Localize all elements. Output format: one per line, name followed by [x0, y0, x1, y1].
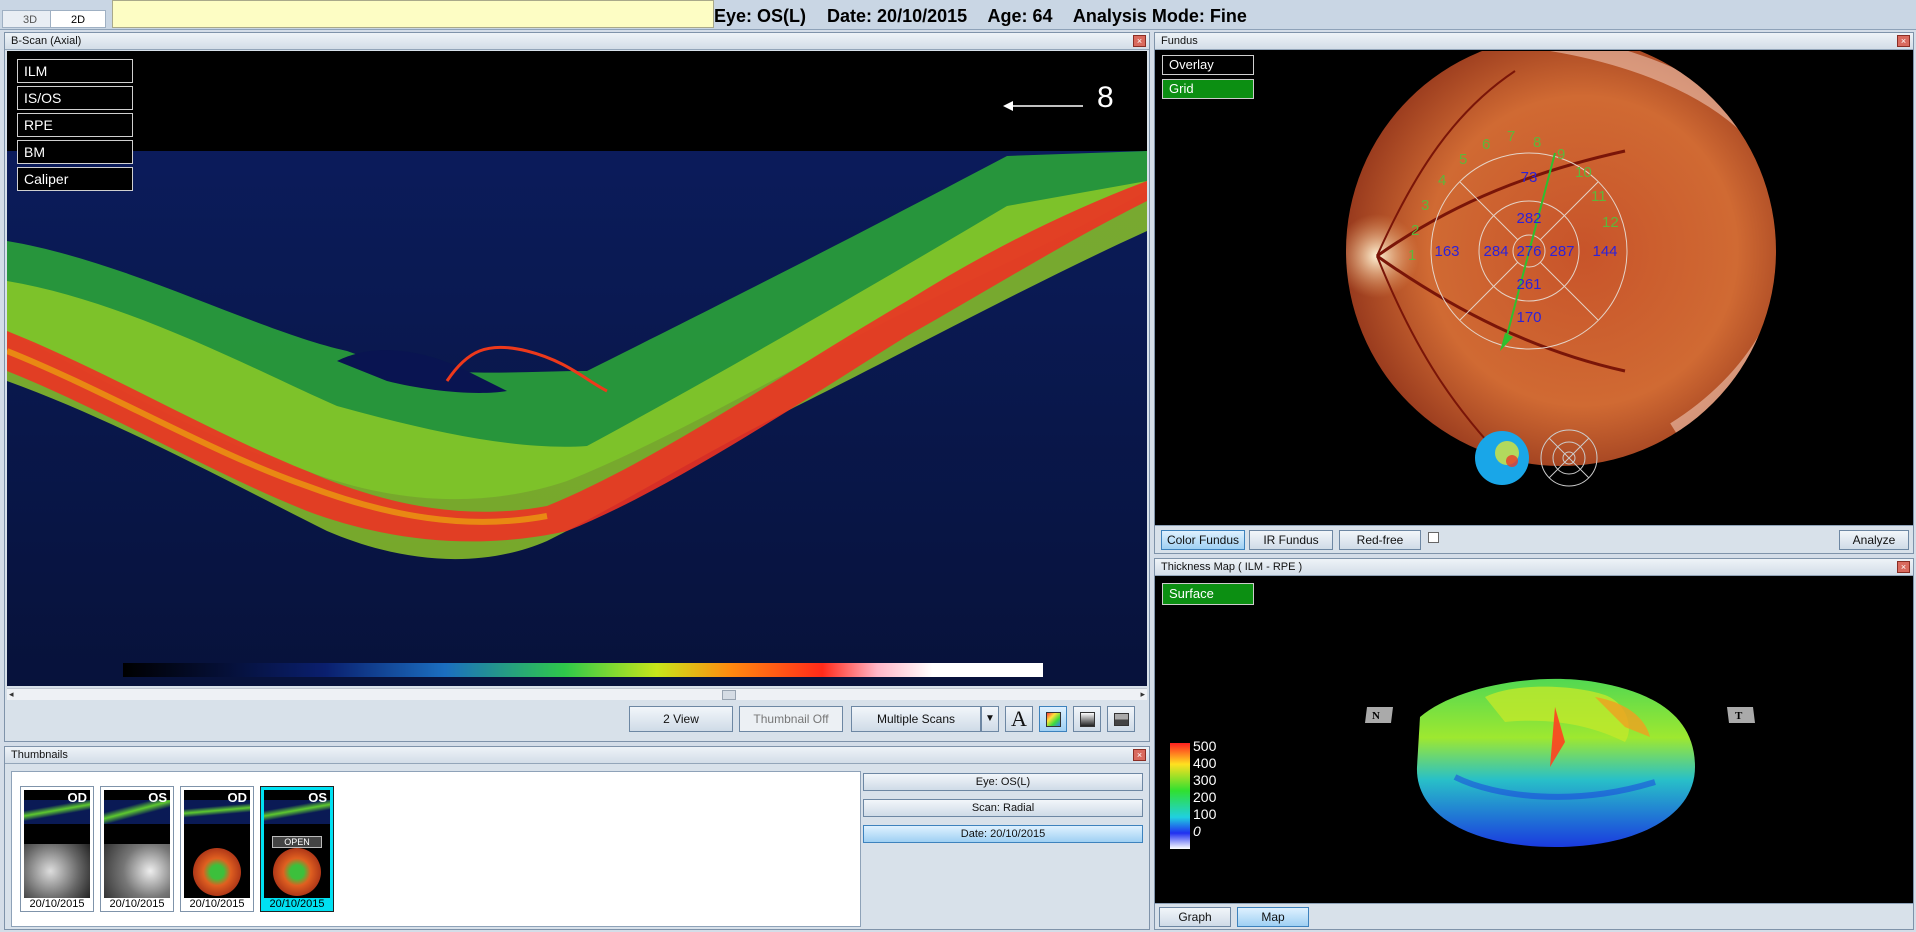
thumbnail-eye-label: OS [308, 790, 327, 805]
chevron-down-icon[interactable]: ▼ [981, 706, 999, 732]
grid-nasal-inner: 284 [1483, 243, 1508, 260]
red-free-checkbox[interactable] [1428, 532, 1439, 543]
annotation-text-icon[interactable]: A [1005, 706, 1033, 732]
scale-label: 100 [1193, 806, 1217, 822]
bscan-image[interactable]: 8 ILM IS/OS RPE BM Caliper [7, 51, 1147, 686]
patient-name-field[interactable] [112, 0, 714, 28]
grayscale-icon[interactable] [1073, 706, 1101, 732]
thumbnails-panel: Thumbnails × OD 20/10/2015 OS 20/10/2015… [4, 746, 1150, 930]
fundus-panel: Fundus × 1 2 3 4 5 6 7 8 9 10 11 12 73 2… [1154, 32, 1914, 554]
fundus-title: Fundus [1155, 33, 1913, 50]
analyze-button[interactable]: Analyze [1839, 530, 1909, 550]
scale-label: 0 [1193, 823, 1201, 839]
scale-label: 200 [1193, 789, 1217, 805]
open-badge: OPEN [272, 836, 322, 848]
layer-rpe-button[interactable]: RPE [17, 113, 133, 137]
grid-superior-outer: 73 [1521, 169, 1538, 186]
thumbnail-strip: OD 20/10/2015 OS 20/10/2015 OD 20/10/201… [11, 771, 861, 927]
clock-number: 5 [1459, 151, 1467, 168]
scan-index: 8 [1097, 81, 1114, 114]
thumbnail-date: 20/10/2015 [269, 898, 325, 910]
thumbnail-item-selected[interactable]: OPEN OS 20/10/2015 [260, 786, 334, 912]
thickness-3d-map[interactable] [1155, 577, 1913, 895]
layer-bm-button[interactable]: BM [17, 140, 133, 164]
close-icon[interactable]: × [1133, 749, 1146, 761]
color-fundus-button[interactable]: Color Fundus [1161, 530, 1245, 550]
clock-number: 2 [1411, 222, 1419, 239]
ir-fundus-button[interactable]: IR Fundus [1249, 530, 1333, 550]
color-map-icon[interactable] [1039, 706, 1067, 732]
layer-caliper-button[interactable]: Caliper [17, 167, 133, 191]
thickness-panel: Thickness Map ( ILM - RPE ) × Surface N … [1154, 558, 1914, 930]
nasal-label: N [1372, 710, 1380, 722]
clock-number: 11 [1591, 188, 1607, 205]
clock-number: 9 [1557, 146, 1565, 163]
eye-label: Eye: OS(L) [714, 6, 807, 26]
date-label: Date: 20/10/2015 [827, 6, 968, 26]
bscan-scrollbar[interactable]: ◂ ▸ [7, 688, 1147, 700]
top-bar: 3D 2D Eye: OS(L) Date: 20/10/2015 Age: 6… [0, 0, 1916, 30]
clock-number: 3 [1421, 197, 1429, 214]
thumbnail-item[interactable]: OD 20/10/2015 [180, 786, 254, 912]
thumbnail-off-button[interactable]: Thumbnail Off [739, 706, 843, 732]
patient-info: Eye: OS(L) Date: 20/10/2015 Age: 64 Anal… [714, 2, 1263, 30]
close-icon[interactable]: × [1133, 35, 1146, 47]
thickness-toolbar: Graph Map [1155, 903, 1913, 929]
graph-button[interactable]: Graph [1159, 907, 1231, 927]
fundus-image[interactable]: 1 2 3 4 5 6 7 8 9 10 11 12 73 282 163 28… [1155, 51, 1913, 489]
grid-inferior-inner: 261 [1516, 276, 1541, 293]
scroll-right-icon[interactable]: ▸ [1140, 689, 1145, 700]
overlay-button[interactable]: Overlay [1162, 55, 1254, 75]
thickness-title: Thickness Map ( ILM - RPE ) [1155, 559, 1913, 576]
multiple-scans-dropdown[interactable]: Multiple Scans [851, 706, 981, 732]
grid-temporal-outer: 144 [1592, 243, 1617, 260]
grid-inferior-outer: 170 [1516, 309, 1541, 326]
thumbnail-eye-label: OD [67, 790, 88, 805]
analysis-mode-label: Analysis Mode: Fine [1072, 6, 1247, 26]
close-icon[interactable]: × [1897, 561, 1910, 573]
scale-label: 500 [1193, 738, 1217, 754]
thumbnail-item[interactable]: OD 20/10/2015 [20, 786, 94, 912]
map-button[interactable]: Map [1237, 907, 1309, 927]
scroll-left-icon[interactable]: ◂ [9, 689, 14, 700]
clock-number: 8 [1533, 134, 1541, 151]
age-label: Age: 64 [987, 6, 1053, 26]
clock-number: 4 [1438, 172, 1446, 189]
grid-superior-inner: 282 [1516, 210, 1541, 227]
bscan-oct-image [7, 101, 1147, 686]
scan-info-button[interactable]: Scan: Radial [863, 799, 1143, 817]
scroll-thumb[interactable] [722, 690, 736, 700]
clock-number: 12 [1602, 214, 1619, 231]
bscan-panel: B-Scan (Axial) × 8 ILM IS/OS RPE BM Cali… [4, 32, 1150, 742]
layer-ilm-button[interactable]: ILM [17, 59, 133, 83]
thumbnail-date: 20/10/2015 [189, 898, 245, 910]
clock-number: 10 [1575, 164, 1592, 181]
clock-number: 7 [1507, 128, 1515, 145]
grid-nasal-outer: 163 [1434, 243, 1459, 260]
thumbnail-date: 20/10/2015 [109, 898, 165, 910]
thumbnail-eye-label: OD [227, 790, 248, 805]
date-info-button[interactable]: Date: 20/10/2015 [863, 825, 1143, 843]
red-free-button[interactable]: Red-free [1339, 530, 1421, 550]
two-view-button[interactable]: 2 View [629, 706, 733, 732]
temporal-label: T [1735, 710, 1743, 722]
fundus-toolbar: Color Fundus IR Fundus Red-free Analyze [1155, 525, 1913, 553]
thumbnail-date: 20/10/2015 [29, 898, 85, 910]
close-icon[interactable]: × [1897, 35, 1910, 47]
grid-temporal-inner: 287 [1549, 243, 1574, 260]
bscan-title: B-Scan (Axial) [5, 33, 1149, 50]
scale-label: 400 [1193, 755, 1217, 771]
clock-number: 1 [1408, 247, 1416, 264]
tab-2d[interactable]: 2D [50, 10, 106, 28]
grid-center: 276 [1516, 243, 1541, 260]
grid-button[interactable]: Grid [1162, 79, 1254, 99]
thumbnail-eye-label: OS [148, 790, 167, 805]
scale-label: 300 [1193, 772, 1217, 788]
clock-number: 6 [1482, 136, 1490, 153]
invert-icon[interactable] [1107, 706, 1135, 732]
eye-info-button[interactable]: Eye: OS(L) [863, 773, 1143, 791]
thumbnails-title: Thumbnails [5, 747, 1149, 764]
thumbnail-item[interactable]: OS 20/10/2015 [100, 786, 174, 912]
layer-isos-button[interactable]: IS/OS [17, 86, 133, 110]
